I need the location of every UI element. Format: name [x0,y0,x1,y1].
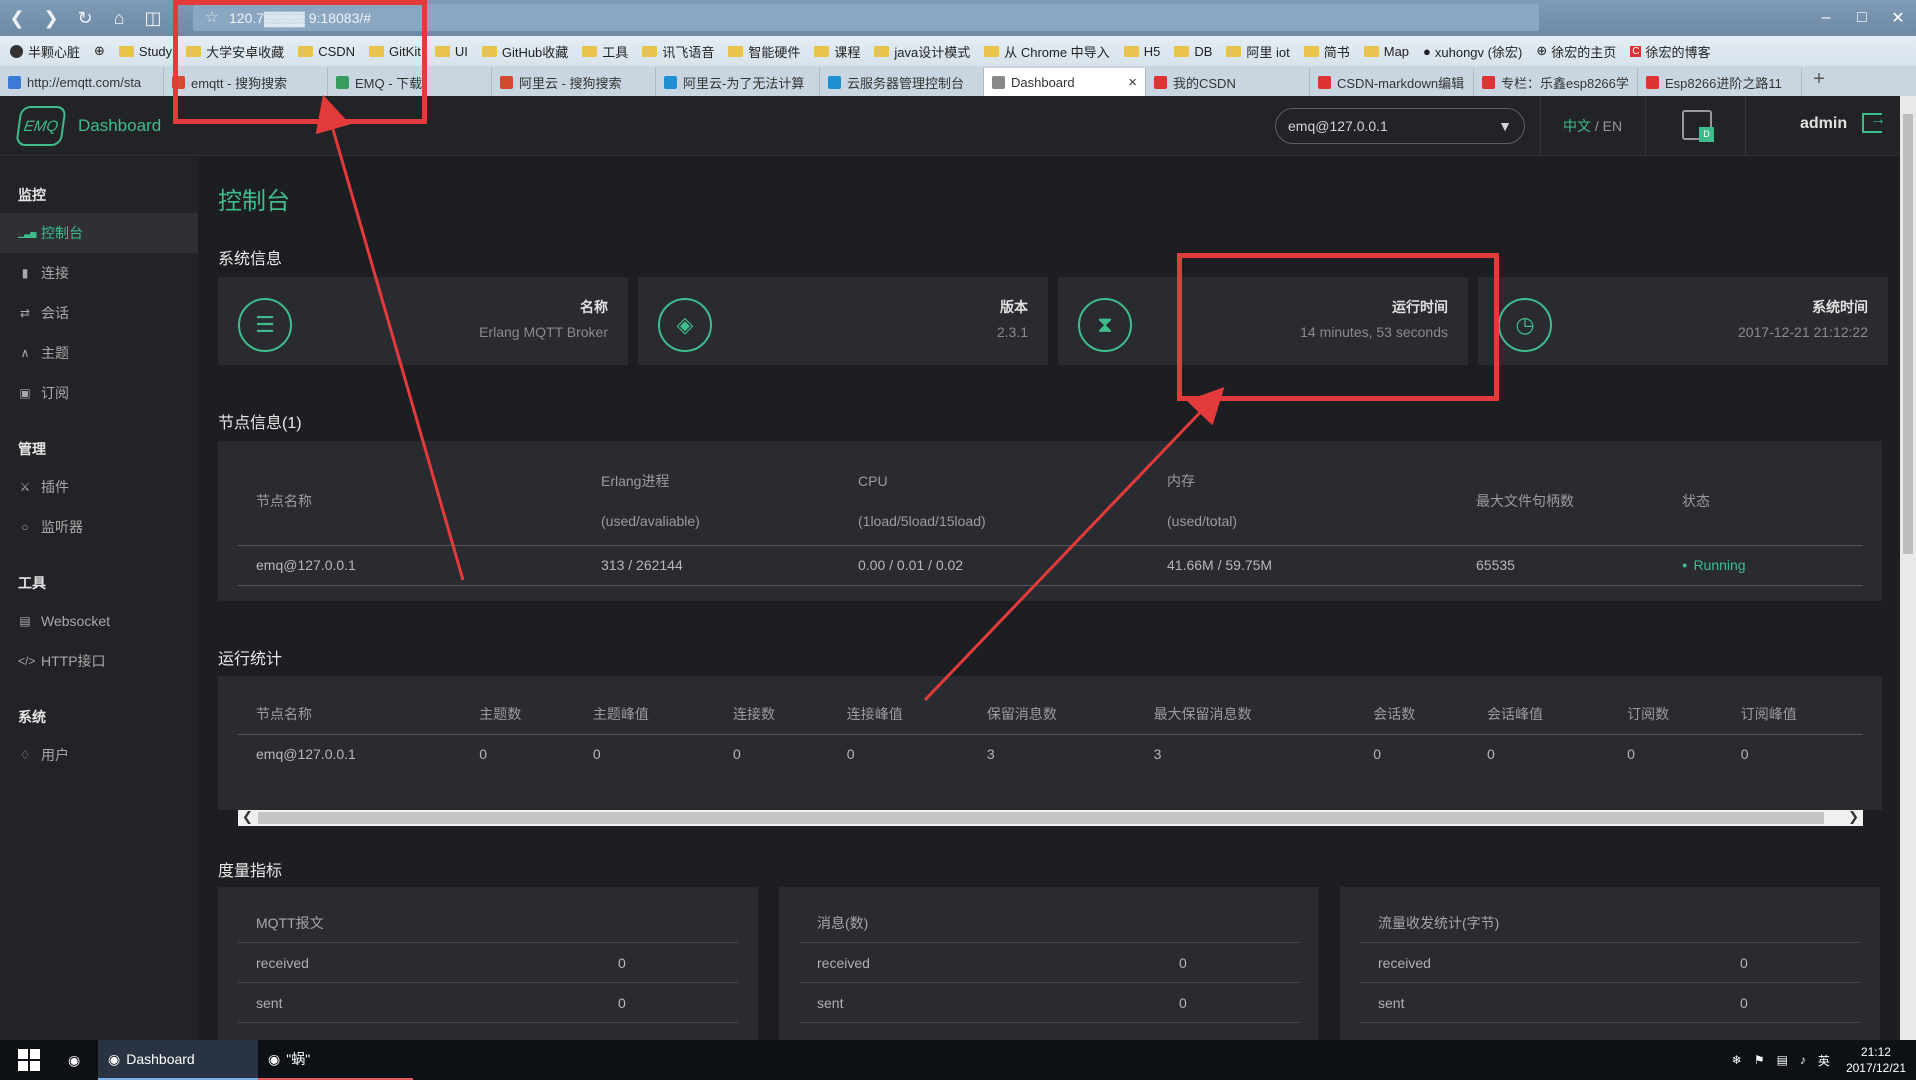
browser-taskbar-icon[interactable]: ◉ [58,1040,98,1080]
system-tray: ❄ ⚑ ▤ ♪ 英 21:12 2017/12/21 [1726,1040,1906,1080]
ime-indicator[interactable]: 英 [1818,1052,1830,1069]
annotation-arrow-2 [923,386,1225,702]
windows-start-icon[interactable] [18,1049,40,1071]
annotation-arrows [315,94,1225,702]
taskbar-second-app[interactable]: ◉ "蜗" [258,1040,413,1080]
network-icon[interactable]: ▤ [1777,1053,1788,1067]
volume-icon[interactable]: ♪ [1800,1053,1806,1067]
windows-taskbar: ◉ ◉ Dashboard ◉ "蜗" ❄ ⚑ ▤ ♪ 英 21:12 2017/1… [0,1040,1916,1080]
annotation-arrow-1 [315,94,465,581]
taskbar-dashboard[interactable]: ◉ Dashboard [98,1040,258,1080]
clock[interactable]: 21:12 2017/12/21 [1846,1044,1906,1076]
tray-icon[interactable]: ❄ [1732,1053,1742,1067]
tray-icon[interactable]: ⚑ [1754,1053,1765,1067]
